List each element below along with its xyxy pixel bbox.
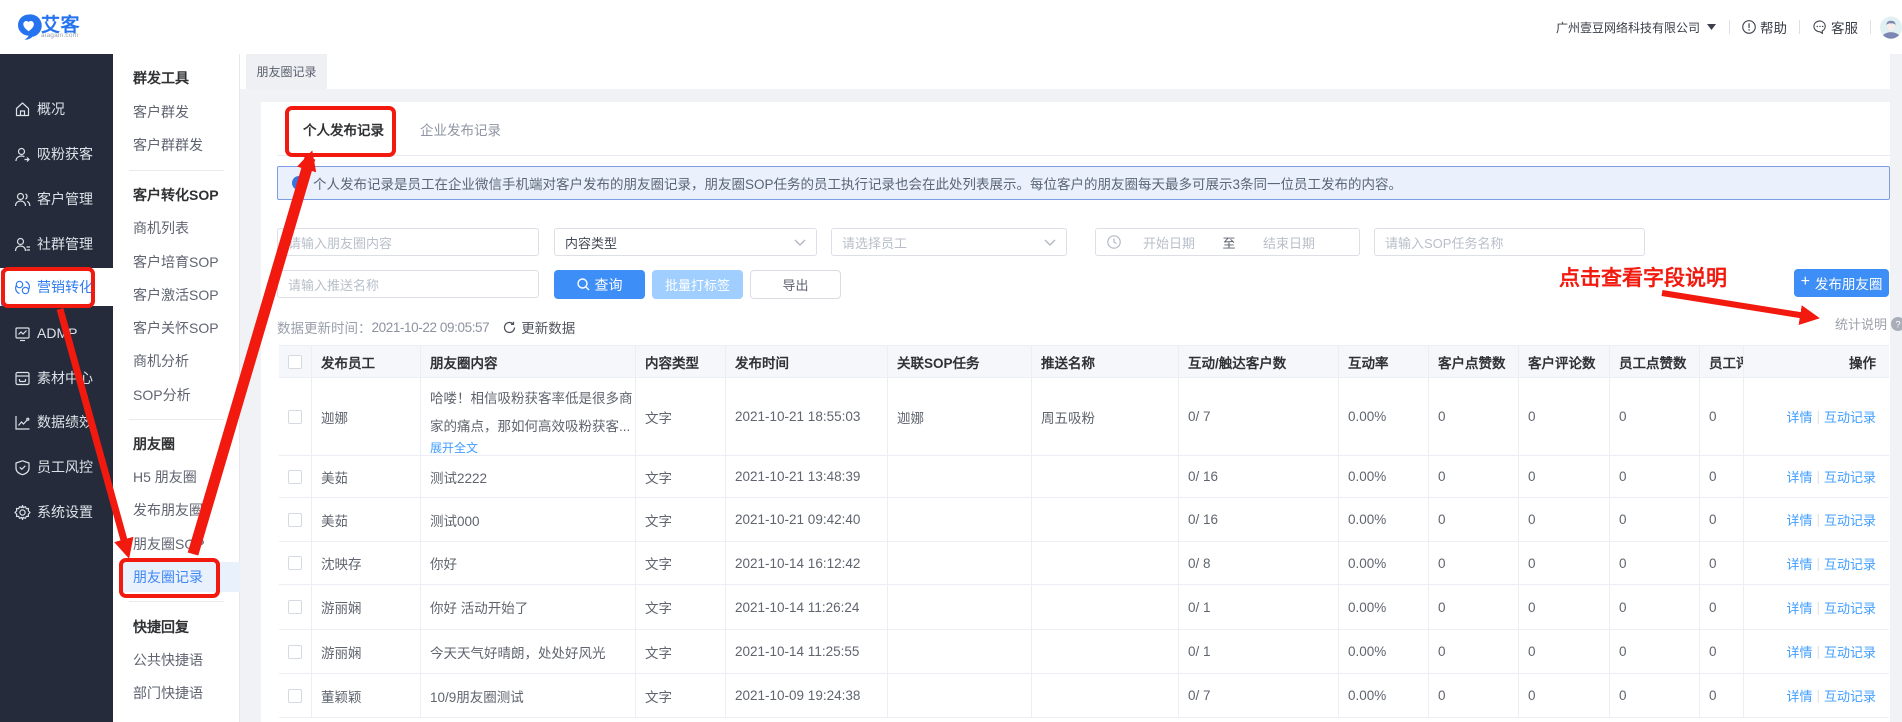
svg-text:?: ? xyxy=(1895,319,1900,330)
